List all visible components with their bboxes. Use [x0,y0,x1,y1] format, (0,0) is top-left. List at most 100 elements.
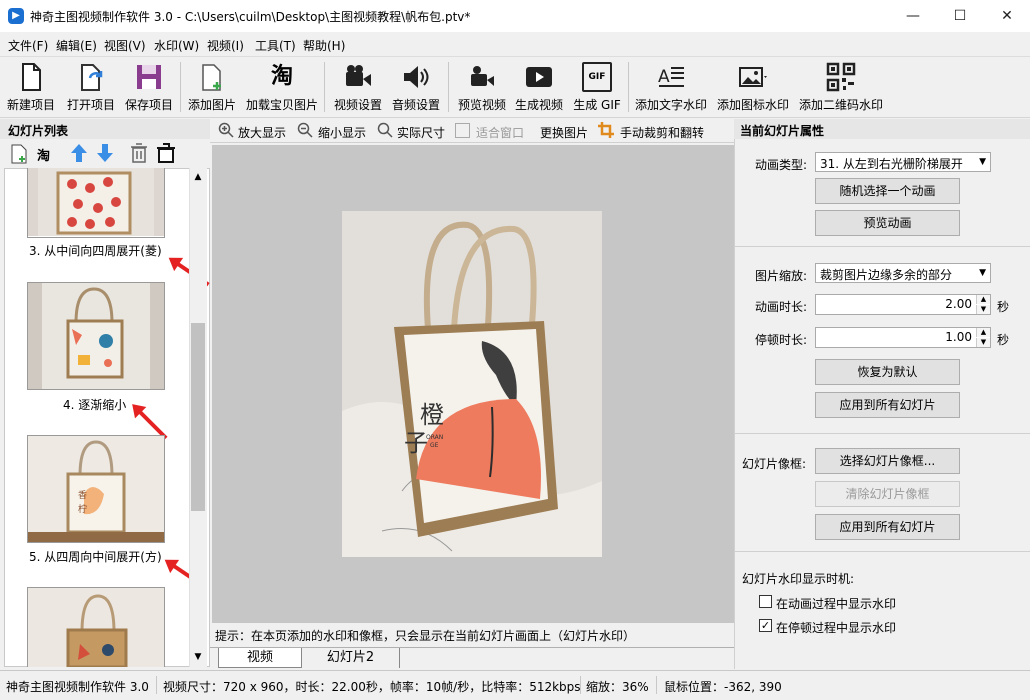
load-taobao-button[interactable]: 淘 加载宝贝图片 [244,60,320,114]
slide-caption: 3. 从中间向四周展开(菱) [29,244,162,258]
status-mouse-position: 鼠标位置：-362, 390 [664,680,782,694]
spin-up-icon[interactable]: ▲ [976,295,990,304]
show-watermark-pause-checkbox[interactable]: ✓ [759,619,772,632]
slide-thumbnail[interactable] [27,587,165,669]
slide-caption: 5. 从四周向中间展开(方) [29,550,162,564]
new-project-button[interactable]: 新建项目 [2,60,60,114]
animation-duration-input[interactable]: 2.00 ▲ ▼ [815,294,991,315]
clear-frame-button[interactable]: 清除幻灯片像框 [815,481,960,507]
section-divider [734,551,1030,552]
slide-thumbnail[interactable]: 香 柠 [27,435,165,543]
toolbar-label: 新建项目 [6,98,55,112]
toolbar-label: 生成视频 [514,98,563,112]
menu-video[interactable]: 视频(I) [207,37,244,54]
replace-image-button[interactable]: 更换图片 [540,124,588,141]
fit-window-button[interactable]: 适合窗口 [476,124,524,141]
slide-thumbnail[interactable] [27,282,165,390]
animation-duration-label: 动画时长: [755,300,808,314]
zoom-out-icon [297,122,313,138]
taobao-icon[interactable]: 淘 [37,145,50,164]
move-down-icon[interactable] [96,143,114,163]
slide-caption: 4. 逐渐缩小 [63,398,127,412]
add-qrcode-watermark-button[interactable]: 添加二维码水印 [796,60,886,114]
scroll-down-icon[interactable]: ▼ [191,652,205,662]
toolbar-label: 添加文字水印 [634,98,707,112]
animation-type-select[interactable]: 31. 从左到右光栅阶梯展开 ▼ [815,152,991,172]
new-file-icon [22,63,41,91]
speaker-icon [404,66,429,88]
animation-type-value: 31. 从左到右光栅阶梯展开 [820,157,963,171]
properties-title: 当前幻灯片属性 [734,119,1030,139]
apply-frame-all-button[interactable]: 应用到所有幻灯片 [815,514,960,540]
crop-icon [598,122,614,138]
tab-video[interactable]: 视频 [218,648,302,668]
generate-gif-button[interactable]: GIF 生成 GIF [570,60,624,114]
apply-all-slides-button[interactable]: 应用到所有幻灯片 [815,392,960,418]
svg-text:A: A [658,67,670,87]
tab-slide2[interactable]: 幻灯片2 [302,648,400,668]
restore-default-button[interactable]: 恢复为默认 [815,359,960,385]
unit-seconds: 秒 [997,300,1010,314]
toolbar-separator [180,62,181,112]
pause-duration-input[interactable]: 1.00 ▲ ▼ [815,327,991,348]
crop-flip-button[interactable]: 手动裁剪和翻转 [620,124,704,141]
move-up-icon[interactable] [70,143,88,163]
menu-watermark[interactable]: 水印(W) [154,37,199,54]
maximize-button[interactable]: ☐ [937,0,983,32]
menu-file[interactable]: 文件(F) [8,37,48,54]
pause-duration-label: 停顿时长: [755,333,808,347]
scroll-up-icon[interactable]: ▲ [191,172,205,182]
slide-image: 香 柠 [28,436,164,542]
app-icon: ▶ [8,8,24,24]
bag-brand-text: 橙 [420,401,444,429]
video-settings-button[interactable]: 视频设置 [330,60,386,114]
menu-edit[interactable]: 编辑(E) [56,37,97,54]
spin-up-icon[interactable]: ▲ [976,328,990,337]
preview-animation-button[interactable]: 预览动画 [815,210,960,236]
status-app-name: 神奇主图视频制作软件 3.0 [6,680,149,694]
play-icon [526,67,552,87]
toolbar-label: 生成 GIF [573,98,621,112]
status-separator [656,676,657,694]
random-animation-button[interactable]: 随机选择一个动画 [815,178,960,204]
zoom-out-button[interactable]: 缩小显示 [318,124,366,141]
status-video-info: 视频尺寸：720 x 960，时长：22.00秒，帧率：10帧/秒，比特率：51… [163,680,581,694]
actual-size-button[interactable]: 实际尺寸 [397,124,445,141]
status-zoom: 缩放：36% [586,680,649,694]
toolbar-label: 加载宝贝图片 [245,98,318,112]
video-camera-icon [346,65,371,86]
open-project-button[interactable]: 打开项目 [62,60,120,114]
menu-view[interactable]: 视图(V) [104,37,146,54]
slide-thumbnail[interactable] [27,168,165,238]
clear-icon[interactable] [156,143,176,163]
delete-icon[interactable] [130,143,148,163]
audio-settings-button[interactable]: 音频设置 [388,60,444,114]
scrollbar-thumb[interactable] [191,323,205,511]
spin-down-icon[interactable]: ▼ [976,338,990,347]
slide-image [28,168,164,236]
text-watermark-icon: A [658,67,684,87]
bag-brand-small: GE [430,442,439,449]
generate-video-button[interactable]: 生成视频 [512,60,566,114]
slide-frame-label: 幻灯片像框: [742,457,807,471]
window-title: 神奇主图视频制作软件 3.0 - C:\Users\cuilm\Desktop\… [30,10,471,24]
slide-list-title: 幻灯片列表 [0,119,210,139]
minimize-button[interactable]: — [890,0,936,32]
close-button[interactable]: ✕ [984,0,1030,32]
zoom-in-button[interactable]: 放大显示 [238,124,286,141]
menu-help[interactable]: 帮助(H) [303,37,345,54]
save-project-button[interactable]: 保存项目 [122,60,176,114]
add-text-watermark-button[interactable]: A 添加文字水印 [632,60,710,114]
show-watermark-animation-checkbox[interactable] [759,595,772,608]
toolbar-label: 视频设置 [333,98,382,112]
image-scale-select[interactable]: 裁剪图片边缘多余的部分 ▼ [815,263,991,283]
menu-tools[interactable]: 工具(T) [255,37,296,54]
spin-down-icon[interactable]: ▼ [976,305,990,314]
chevron-down-icon: ▼ [979,157,986,167]
add-icon-watermark-button[interactable]: 添加图标水印 [714,60,792,114]
choose-frame-button[interactable]: 选择幻灯片像框... [815,448,960,474]
add-image-button[interactable]: 添加图片 [184,60,240,114]
add-slide-icon[interactable] [10,144,28,164]
svg-text:香: 香 [78,490,87,501]
preview-video-button[interactable]: 预览视频 [454,60,510,114]
